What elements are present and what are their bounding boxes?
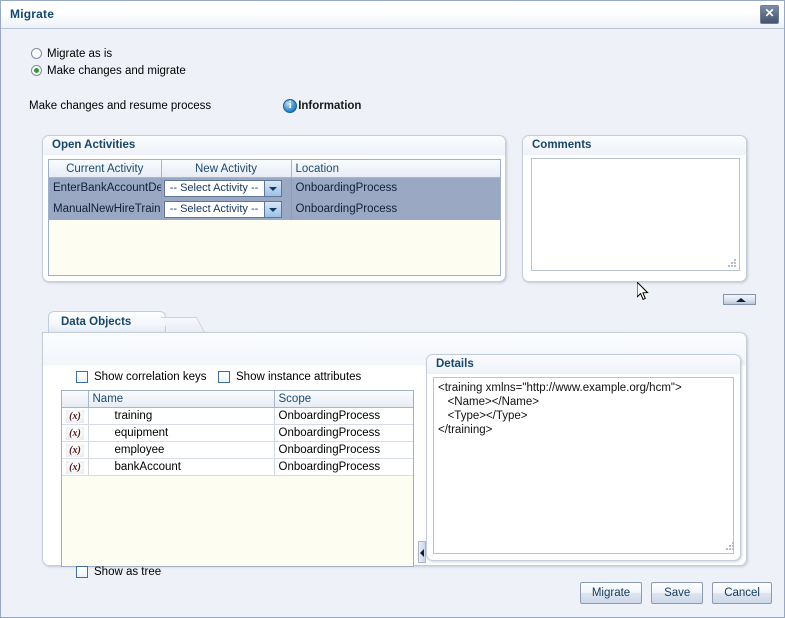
open-activities-table: Current Activity New Activity Location E… [49, 160, 500, 220]
new-activity-select-text-0: -- Select Activity -- [169, 182, 259, 195]
data-objects-table: Name Scope (x) training OnboardingProces… [62, 391, 413, 476]
column-header-new-activity[interactable]: New Activity [161, 160, 292, 178]
tab-slant-decoration [160, 317, 206, 333]
tab-data-objects-label: Data Objects [61, 316, 132, 328]
radio-migrate-as-is[interactable] [31, 48, 42, 59]
table-row[interactable]: EnterBankAccountDet -- Select Activity -… [49, 177, 500, 199]
radio-option-migrate-as-is[interactable]: Migrate as is [31, 46, 186, 61]
radio-label-make-changes-and-migrate: Make changes and migrate [47, 64, 186, 77]
cell-location: OnboardingProcess [291, 177, 500, 199]
checkbox-box-show-as-tree[interactable] [76, 566, 88, 578]
migration-mode-radio-group: Migrate as is Make changes and migrate [31, 46, 186, 80]
cell-variable-icon: (x) [62, 458, 89, 476]
new-activity-select-1[interactable]: -- Select Activity -- [163, 200, 282, 218]
checkbox-show-correlation-keys[interactable]: Show correlation keys [76, 371, 207, 383]
open-activities-table-container: Current Activity New Activity Location E… [48, 159, 501, 276]
close-glyph: ✕ [764, 6, 775, 20]
open-activities-header: Open Activities [43, 136, 505, 155]
migrate-button[interactable]: Migrate [579, 582, 643, 604]
open-activities-title: Open Activities [52, 139, 136, 151]
table-row[interactable]: (x) bankAccount OnboardingProcess [62, 458, 413, 476]
cell-variable-icon: (x) [62, 424, 89, 442]
cell-new-activity[interactable]: -- Select Activity -- [161, 177, 292, 199]
comments-textarea[interactable] [531, 158, 740, 271]
dialog-titlebar: Migrate ✕ [1, 1, 784, 29]
chevron-down-icon[interactable] [263, 201, 281, 217]
cell-name: bankAccount [88, 458, 275, 476]
checkbox-label-correlation-keys: Show correlation keys [94, 371, 207, 383]
variable-icon: (x) [66, 409, 84, 423]
resize-grip-icon[interactable] [725, 541, 734, 550]
column-header-current-activity[interactable]: Current Activity [49, 160, 162, 178]
cell-current-activity: ManualNewHireTrainin [49, 198, 162, 220]
table-row[interactable]: (x) equipment OnboardingProcess [62, 424, 413, 442]
column-header-icon [62, 391, 89, 408]
column-header-name[interactable]: Name [88, 391, 275, 408]
information-label[interactable]: Information [298, 100, 361, 112]
collapse-up-button[interactable] [723, 294, 756, 305]
close-icon[interactable]: ✕ [760, 5, 779, 24]
cell-name: equipment [88, 424, 275, 442]
cell-variable-icon: (x) [62, 441, 89, 459]
details-content[interactable]: <training xmlns="http://www.example.org/… [433, 377, 734, 554]
data-objects-section: Data Objects Show correlation keys Show … [42, 311, 747, 578]
checkbox-label-instance-attributes: Show instance attributes [236, 371, 362, 383]
table-row[interactable]: (x) training OnboardingProcess [62, 407, 413, 425]
new-activity-select-0[interactable]: -- Select Activity -- [163, 179, 282, 197]
mouse-cursor [637, 282, 649, 301]
comments-header: Comments [523, 136, 746, 155]
open-activities-panel: Open Activities Current Activity New Act… [42, 135, 506, 282]
comments-title: Comments [532, 139, 592, 151]
variable-icon: (x) [66, 426, 84, 440]
radio-label-migrate-as-is: Migrate as is [47, 47, 113, 60]
information-row: Make changes and resume process Informat… [29, 99, 361, 113]
cell-variable-icon: (x) [62, 407, 89, 425]
cell-scope: OnboardingProcess [274, 458, 413, 476]
chevron-down-icon[interactable] [263, 180, 281, 196]
table-header-row: Current Activity New Activity Location [49, 160, 500, 178]
dialog-title: Migrate [10, 7, 55, 21]
table-row[interactable]: ManualNewHireTrainin -- Select Activity … [49, 198, 500, 220]
cell-new-activity[interactable]: -- Select Activity -- [161, 198, 292, 220]
cell-scope: OnboardingProcess [274, 424, 413, 442]
table-row[interactable]: (x) employee OnboardingProcess [62, 441, 413, 459]
checkbox-box-instance-attributes[interactable] [218, 371, 230, 383]
save-button[interactable]: Save [651, 582, 704, 604]
checkbox-label-show-as-tree: Show as tree [94, 566, 162, 578]
cell-current-activity: EnterBankAccountDet [49, 177, 162, 199]
details-panel: Details <training xmlns="http://www.exam… [426, 354, 741, 561]
splitter-collapse-left-button[interactable] [418, 541, 426, 563]
details-header: Details [427, 355, 740, 374]
details-title: Details [436, 358, 474, 370]
radio-option-make-changes-and-migrate[interactable]: Make changes and migrate [31, 63, 186, 78]
column-header-scope[interactable]: Scope [274, 391, 413, 408]
resize-grip-icon[interactable] [727, 258, 736, 267]
table-header-row: Name Scope [62, 391, 413, 408]
information-icon[interactable] [283, 99, 298, 113]
dialog-footer: Migrate Save Cancel [579, 582, 772, 604]
new-activity-select-text-1: -- Select Activity -- [169, 203, 259, 215]
column-header-location[interactable]: Location [291, 160, 500, 178]
checkbox-show-as-tree[interactable]: Show as tree [76, 566, 161, 578]
cell-name: training [88, 407, 275, 425]
cancel-button[interactable]: Cancel [712, 582, 772, 604]
cell-scope: OnboardingProcess [274, 407, 413, 425]
variable-icon: (x) [66, 460, 84, 474]
data-objects-table-container: Name Scope (x) training OnboardingProces… [61, 390, 414, 567]
data-objects-tab-body: Show correlation keys Show instance attr… [42, 332, 747, 578]
cell-scope: OnboardingProcess [274, 441, 413, 459]
checkbox-box-correlation-keys[interactable] [76, 371, 88, 383]
cell-location: OnboardingProcess [291, 198, 500, 220]
radio-make-changes-and-migrate[interactable] [31, 65, 42, 76]
comments-panel: Comments [522, 135, 747, 282]
variable-icon: (x) [66, 443, 84, 457]
checkbox-show-instance-attributes[interactable]: Show instance attributes [218, 371, 361, 383]
cell-name: employee [88, 441, 275, 459]
migrate-dialog: Migrate ✕ Migrate as is Make changes and… [0, 0, 785, 618]
resume-process-note: Make changes and resume process [29, 100, 212, 112]
tab-data-objects[interactable]: Data Objects [48, 311, 166, 333]
